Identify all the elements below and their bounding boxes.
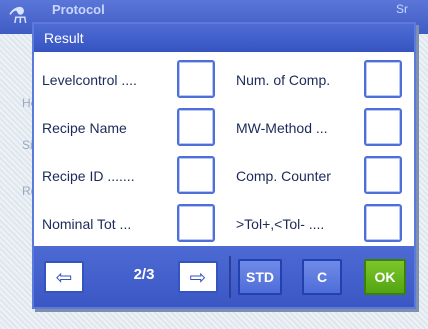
right-arrow-icon: ⇨: [189, 265, 207, 289]
page-indicator: 2/3: [133, 266, 155, 283]
num-of-comp-label: Num. of Comp.: [236, 72, 331, 88]
tolerance-label: >Tol+,<Tol- ....: [236, 216, 325, 232]
std-button[interactable]: STD: [238, 259, 282, 295]
levelcontrol-checkbox[interactable]: [177, 60, 215, 98]
next-page-button[interactable]: ⇨: [178, 261, 218, 293]
recipe-name-label: Recipe Name: [42, 120, 127, 136]
nominal-tot-checkbox[interactable]: [177, 204, 215, 242]
result-dialog: Result Levelcontrol .... Recipe Name Rec…: [32, 22, 416, 309]
footer-divider: [229, 256, 231, 298]
background-title-right: Sr: [396, 2, 408, 16]
dialog-title-bar: Result: [34, 24, 414, 52]
tolerance-checkbox[interactable]: [364, 204, 402, 242]
recipe-name-checkbox[interactable]: [177, 108, 215, 146]
comp-counter-label: Comp. Counter: [236, 168, 331, 184]
ok-button[interactable]: OK: [364, 259, 406, 295]
recipe-id-label: Recipe ID .......: [42, 168, 135, 184]
comp-counter-checkbox[interactable]: [364, 156, 402, 194]
mw-method-label: MW-Method ...: [236, 120, 328, 136]
dialog-title: Result: [44, 30, 84, 46]
background-title: Protocol: [52, 2, 105, 17]
levelcontrol-label: Levelcontrol ....: [42, 72, 137, 88]
left-arrow-icon: ⇦: [55, 265, 73, 289]
mw-method-checkbox[interactable]: [364, 108, 402, 146]
recipe-id-checkbox[interactable]: [177, 156, 215, 194]
c-button[interactable]: C: [302, 259, 342, 295]
num-of-comp-checkbox[interactable]: [364, 60, 402, 98]
previous-page-button[interactable]: ⇦: [44, 261, 84, 293]
nominal-tot-label: Nominal Tot ...: [42, 216, 132, 232]
dialog-footer: ⇦ 2/3 ⇨ STD C OK: [34, 246, 414, 307]
